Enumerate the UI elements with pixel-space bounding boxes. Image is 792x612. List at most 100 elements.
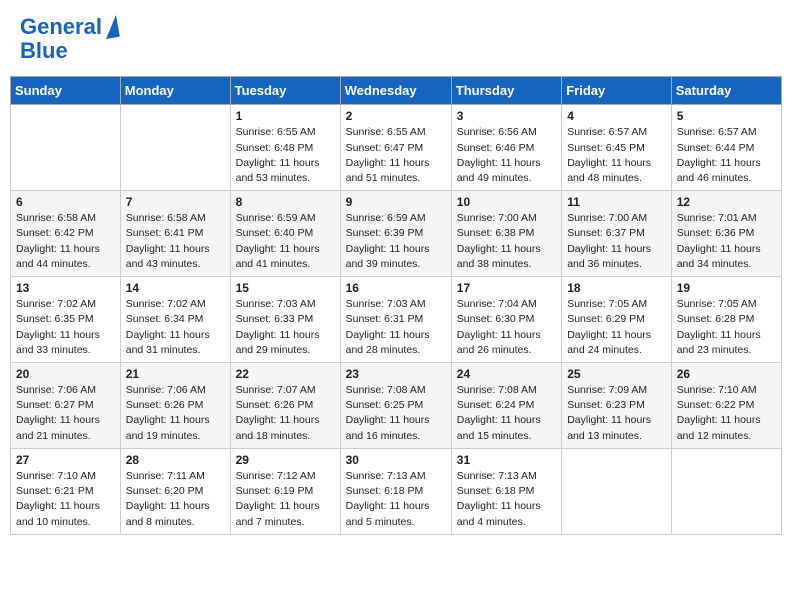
calendar-week-1: 1 Sunrise: 6:55 AMSunset: 6:48 PMDaylight… (11, 105, 782, 191)
day-info: Sunrise: 7:02 AMSunset: 6:35 PMDaylight:… (16, 297, 115, 358)
day-number: 1 (236, 109, 335, 123)
day-info: Sunrise: 7:13 AMSunset: 6:18 PMDaylight:… (346, 469, 446, 530)
calendar-header-sunday: Sunday (11, 77, 121, 105)
calendar-cell: 7 Sunrise: 6:58 AMSunset: 6:41 PMDaylight… (120, 191, 230, 277)
day-number: 30 (346, 453, 446, 467)
day-number: 13 (16, 281, 115, 295)
calendar-week-2: 6 Sunrise: 6:58 AMSunset: 6:42 PMDaylight… (11, 191, 782, 277)
day-number: 21 (126, 367, 225, 381)
day-number: 26 (677, 367, 776, 381)
day-number: 11 (567, 195, 666, 209)
logo-arrow-icon (102, 15, 120, 39)
day-info: Sunrise: 6:59 AMSunset: 6:39 PMDaylight:… (346, 211, 446, 272)
day-number: 15 (236, 281, 335, 295)
calendar-week-3: 13 Sunrise: 7:02 AMSunset: 6:35 PMDayligh… (11, 277, 782, 363)
day-info: Sunrise: 7:08 AMSunset: 6:24 PMDaylight:… (457, 383, 556, 444)
day-info: Sunrise: 7:02 AMSunset: 6:34 PMDaylight:… (126, 297, 225, 358)
day-info: Sunrise: 6:58 AMSunset: 6:42 PMDaylight:… (16, 211, 115, 272)
day-number: 14 (126, 281, 225, 295)
day-number: 29 (236, 453, 335, 467)
day-info: Sunrise: 7:03 AMSunset: 6:31 PMDaylight:… (346, 297, 446, 358)
calendar-header-tuesday: Tuesday (230, 77, 340, 105)
day-info: Sunrise: 7:07 AMSunset: 6:26 PMDaylight:… (236, 383, 335, 444)
calendar-cell (120, 105, 230, 191)
calendar-cell: 20 Sunrise: 7:06 AMSunset: 6:27 PMDayligh… (11, 363, 121, 449)
day-info: Sunrise: 7:06 AMSunset: 6:26 PMDaylight:… (126, 383, 225, 444)
calendar-cell: 26 Sunrise: 7:10 AMSunset: 6:22 PMDayligh… (671, 363, 781, 449)
page-header: General Blue (10, 10, 782, 68)
calendar-cell: 6 Sunrise: 6:58 AMSunset: 6:42 PMDaylight… (11, 191, 121, 277)
calendar-week-5: 27 Sunrise: 7:10 AMSunset: 6:21 PMDayligh… (11, 448, 782, 534)
day-number: 23 (346, 367, 446, 381)
day-info: Sunrise: 7:11 AMSunset: 6:20 PMDaylight:… (126, 469, 225, 530)
logo-text: General (20, 15, 102, 39)
day-info: Sunrise: 7:13 AMSunset: 6:18 PMDaylight:… (457, 469, 556, 530)
calendar-cell: 14 Sunrise: 7:02 AMSunset: 6:34 PMDayligh… (120, 277, 230, 363)
day-info: Sunrise: 6:57 AMSunset: 6:45 PMDaylight:… (567, 125, 666, 186)
calendar-cell: 12Sunrise: 7:01 AMSunset: 6:36 PMDayligh… (671, 191, 781, 277)
day-number: 28 (126, 453, 225, 467)
day-info: Sunrise: 6:59 AMSunset: 6:40 PMDaylight:… (236, 211, 335, 272)
day-info: Sunrise: 6:55 AMSunset: 6:47 PMDaylight:… (346, 125, 446, 186)
calendar-header-saturday: Saturday (671, 77, 781, 105)
calendar-cell (562, 448, 672, 534)
day-info: Sunrise: 6:57 AMSunset: 6:44 PMDaylight:… (677, 125, 776, 186)
calendar-cell: 18 Sunrise: 7:05 AMSunset: 6:29 PMDayligh… (562, 277, 672, 363)
day-number: 17 (457, 281, 556, 295)
calendar-cell: 19Sunrise: 7:05 AMSunset: 6:28 PMDayligh… (671, 277, 781, 363)
day-number: 9 (346, 195, 446, 209)
day-info: Sunrise: 6:58 AMSunset: 6:41 PMDaylight:… (126, 211, 225, 272)
calendar-cell: 27 Sunrise: 7:10 AMSunset: 6:21 PMDayligh… (11, 448, 121, 534)
day-info: Sunrise: 7:09 AMSunset: 6:23 PMDaylight:… (567, 383, 666, 444)
calendar-cell: 10 Sunrise: 7:00 AMSunset: 6:38 PMDayligh… (451, 191, 561, 277)
calendar-cell: 24 Sunrise: 7:08 AMSunset: 6:24 PMDayligh… (451, 363, 561, 449)
calendar-header-thursday: Thursday (451, 77, 561, 105)
day-info: Sunrise: 7:10 AMSunset: 6:22 PMDaylight:… (677, 383, 776, 444)
calendar-header-friday: Friday (562, 77, 672, 105)
day-info: Sunrise: 7:00 AMSunset: 6:37 PMDaylight:… (567, 211, 666, 272)
calendar-week-4: 20 Sunrise: 7:06 AMSunset: 6:27 PMDayligh… (11, 363, 782, 449)
day-info: Sunrise: 6:56 AMSunset: 6:46 PMDaylight:… (457, 125, 556, 186)
day-info: Sunrise: 7:01 AMSunset: 6:36 PMDaylight:… (677, 211, 776, 272)
day-number: 22 (236, 367, 335, 381)
day-info: Sunrise: 7:06 AMSunset: 6:27 PMDaylight:… (16, 383, 115, 444)
day-number: 4 (567, 109, 666, 123)
calendar-cell: 30 Sunrise: 7:13 AMSunset: 6:18 PMDayligh… (340, 448, 451, 534)
calendar-cell: 1 Sunrise: 6:55 AMSunset: 6:48 PMDaylight… (230, 105, 340, 191)
calendar-cell: 31 Sunrise: 7:13 AMSunset: 6:18 PMDayligh… (451, 448, 561, 534)
day-info: Sunrise: 7:05 AMSunset: 6:29 PMDaylight:… (567, 297, 666, 358)
day-info: Sunrise: 7:00 AMSunset: 6:38 PMDaylight:… (457, 211, 556, 272)
calendar-cell: 5 Sunrise: 6:57 AMSunset: 6:44 PMDaylight… (671, 105, 781, 191)
calendar-header-wednesday: Wednesday (340, 77, 451, 105)
day-number: 3 (457, 109, 556, 123)
calendar-header-row: SundayMondayTuesdayWednesdayThursdayFrid… (11, 77, 782, 105)
day-number: 5 (677, 109, 776, 123)
calendar-cell: 11 Sunrise: 7:00 AMSunset: 6:37 PMDayligh… (562, 191, 672, 277)
day-number: 16 (346, 281, 446, 295)
day-number: 31 (457, 453, 556, 467)
calendar-cell: 2 Sunrise: 6:55 AMSunset: 6:47 PMDaylight… (340, 105, 451, 191)
calendar-cell: 21 Sunrise: 7:06 AMSunset: 6:26 PMDayligh… (120, 363, 230, 449)
calendar-header-monday: Monday (120, 77, 230, 105)
day-number: 24 (457, 367, 556, 381)
day-info: Sunrise: 7:03 AMSunset: 6:33 PMDaylight:… (236, 297, 335, 358)
calendar-body: 1 Sunrise: 6:55 AMSunset: 6:48 PMDaylight… (11, 105, 782, 534)
day-number: 2 (346, 109, 446, 123)
logo-text-blue: Blue (20, 39, 68, 63)
day-number: 7 (126, 195, 225, 209)
day-info: Sunrise: 6:55 AMSunset: 6:48 PMDaylight:… (236, 125, 335, 186)
day-info: Sunrise: 7:08 AMSunset: 6:25 PMDaylight:… (346, 383, 446, 444)
calendar-cell: 22 Sunrise: 7:07 AMSunset: 6:26 PMDayligh… (230, 363, 340, 449)
day-number: 27 (16, 453, 115, 467)
day-info: Sunrise: 7:12 AMSunset: 6:19 PMDaylight:… (236, 469, 335, 530)
day-number: 19 (677, 281, 776, 295)
calendar-cell: 17Sunrise: 7:04 AMSunset: 6:30 PMDayligh… (451, 277, 561, 363)
day-number: 18 (567, 281, 666, 295)
calendar-cell: 15 Sunrise: 7:03 AMSunset: 6:33 PMDayligh… (230, 277, 340, 363)
day-number: 10 (457, 195, 556, 209)
day-info: Sunrise: 7:10 AMSunset: 6:21 PMDaylight:… (16, 469, 115, 530)
calendar-cell: 8Sunrise: 6:59 AMSunset: 6:40 PMDaylight… (230, 191, 340, 277)
day-number: 20 (16, 367, 115, 381)
day-number: 6 (16, 195, 115, 209)
calendar-cell: 28 Sunrise: 7:11 AMSunset: 6:20 PMDayligh… (120, 448, 230, 534)
